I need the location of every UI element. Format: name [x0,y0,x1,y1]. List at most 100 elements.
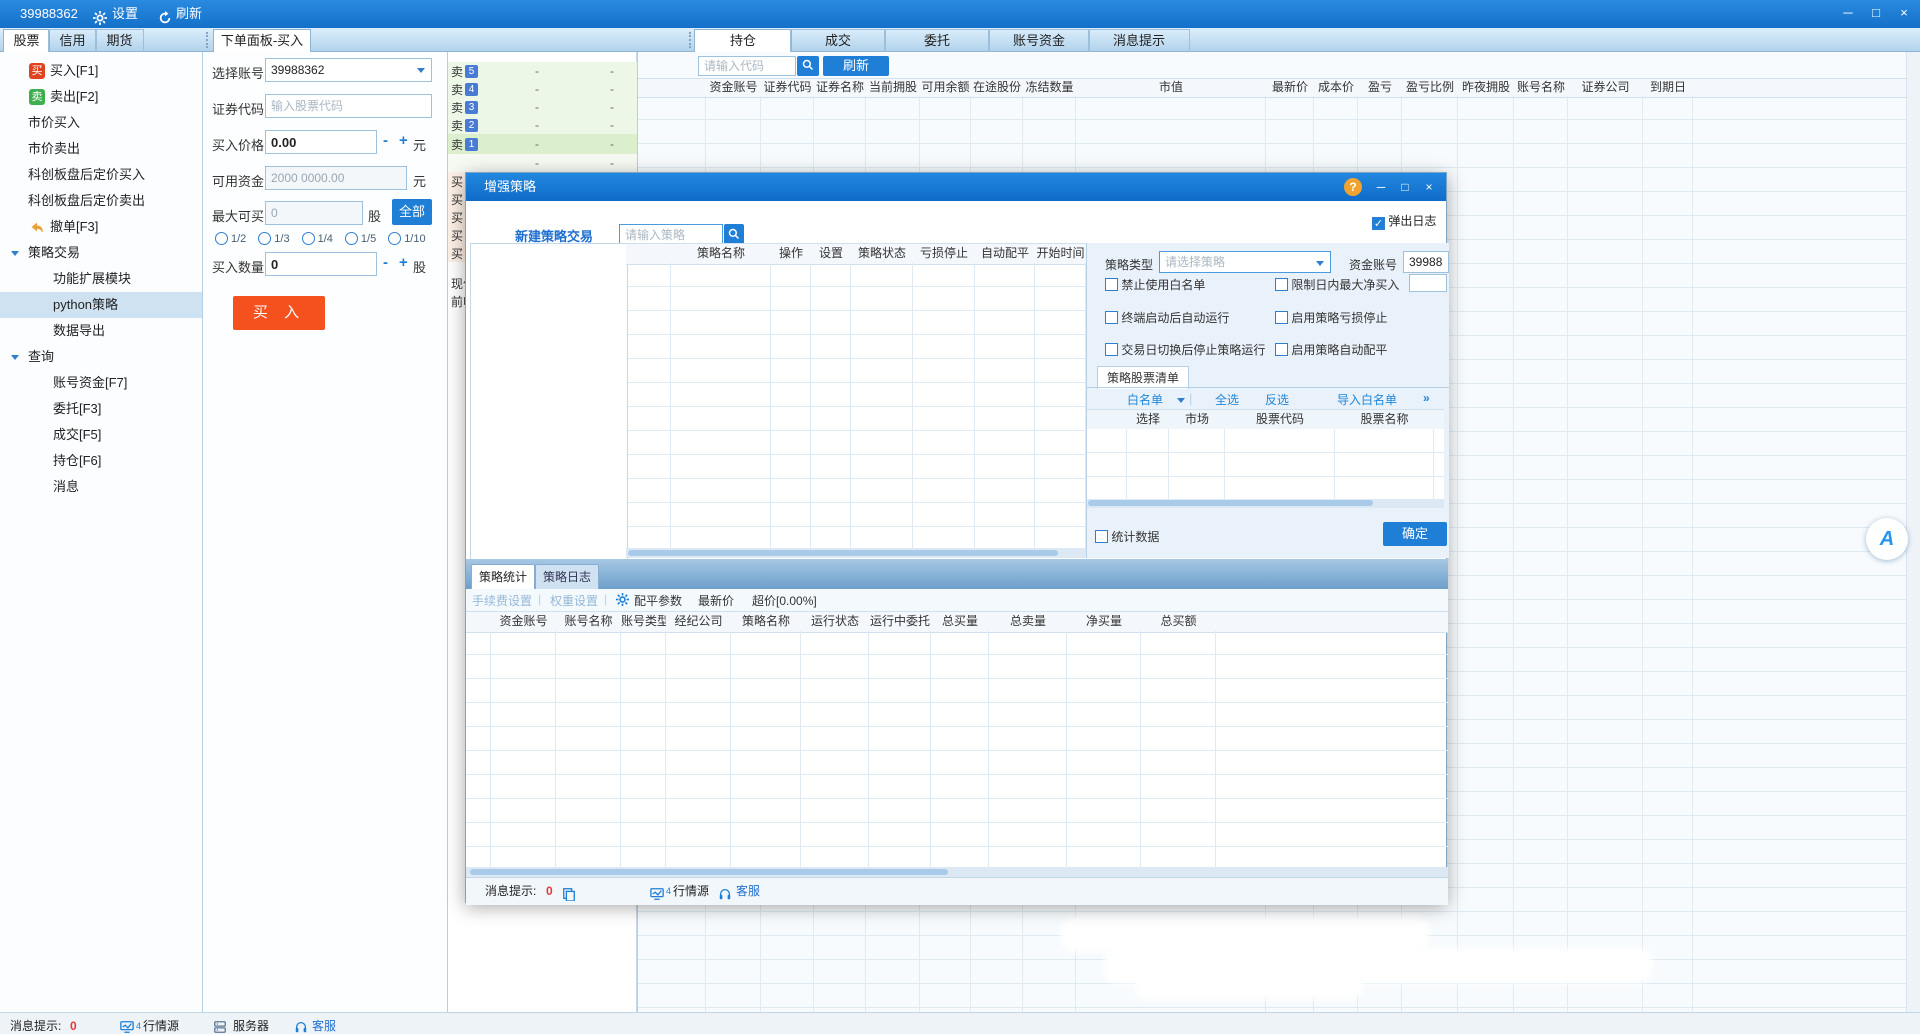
tab-strategy-log[interactable]: 策略日志 [535,564,599,590]
scrollbar-thumb[interactable] [1088,500,1373,506]
column-header[interactable]: 经纪公司 [666,612,731,632]
column-header[interactable]: 证券公司 [1568,79,1643,97]
column-header[interactable]: 设置 [811,244,851,264]
column-header[interactable]: 总买额 [1141,612,1216,632]
column-header[interactable]: 市场 [1169,410,1225,430]
maximize-icon[interactable]: □ [1396,178,1414,196]
ok-button[interactable]: 确定 [1383,522,1447,546]
sell1-row[interactable]: 卖1 -- [448,134,637,155]
column-header[interactable]: 资金账号 [491,612,556,632]
column-header[interactable]: 策略状态 [851,244,913,264]
maximize-button[interactable]: □ [1862,0,1890,26]
qty-minus-button[interactable]: - [383,254,388,271]
strategy-type-select[interactable]: 请选择策略 [1159,251,1331,273]
stop-on-day-switch-checkbox[interactable]: 交易日切换后停止策略运行 [1105,341,1265,358]
auto-balance-checkbox[interactable]: 启用策略自动配平 [1275,341,1387,358]
column-header[interactable]: 股票名称 [1335,410,1434,430]
column-header[interactable]: 账号名称 [556,612,621,632]
sell4-row[interactable]: 卖4 -- [448,80,637,98]
buy-qty-input[interactable] [265,252,377,276]
scrollbar-thumb[interactable] [628,550,1058,556]
sidebar-group-query[interactable]: 查询 [0,344,202,370]
column-header[interactable]: 开始时间 [1035,244,1086,264]
loss-stop-checkbox[interactable]: 启用策略亏损停止 [1275,309,1387,326]
column-header[interactable]: 总卖量 [989,612,1067,632]
all-button[interactable]: 全部 [392,199,432,225]
tab-orders[interactable]: 委托 [884,29,990,53]
whitelist-select[interactable]: 白名单 [1127,391,1163,408]
close-button[interactable]: × [1890,0,1918,26]
tab-strategy-stats[interactable]: 策略统计 [471,564,535,590]
limit-net-buy-checkbox[interactable]: 限制日内最大净买入 [1275,276,1399,293]
more-link[interactable]: » [1423,391,1430,405]
sidebar-item-orders[interactable]: 委托[F3] [0,396,202,422]
column-header[interactable]: 市值 [1076,79,1266,97]
buy-price-input[interactable] [265,130,377,154]
horizontal-scrollbar[interactable] [466,867,1448,877]
service-link[interactable]: 客服 [736,878,760,904]
sidebar-item-buy[interactable]: 买 买入[F1] [0,58,202,84]
latest-price-option[interactable]: 最新价 [698,592,734,609]
column-header[interactable]: 当前拥股 [866,79,920,97]
column-header[interactable]: 账号类型 [621,612,666,632]
tab-trades[interactable]: 成交 [790,29,886,53]
tab-positions[interactable]: 持仓 [694,29,792,53]
sidebar-item-market-buy[interactable]: 市价买入 [0,110,202,136]
column-header[interactable]: 运行状态 [801,612,869,632]
sell3-row[interactable]: 卖3 -- [448,98,637,116]
column-header[interactable]: 选择 [1127,410,1169,430]
stock-list-tab[interactable]: 策略股票清单 [1097,366,1189,389]
sidebar-item-python-strategy[interactable]: python策略 [0,292,202,318]
column-header[interactable]: 到期日 [1643,79,1693,97]
sidebar-group-strategy-trading[interactable]: 策略交易 [0,240,202,266]
column-header[interactable]: 最新价 [1266,79,1314,97]
sidebar-item-positions[interactable]: 持仓[F6] [0,448,202,474]
fraction-radio-1-4[interactable]: 1/4 [302,232,333,245]
column-header[interactable]: 运行中委托 [869,612,931,632]
tab-account-funds[interactable]: 账号资金 [988,29,1090,53]
minimize-button[interactable]: ─ [1834,0,1862,26]
drag-handle[interactable] [206,32,212,48]
fund-account-input[interactable] [1403,251,1449,273]
invert-select-link[interactable]: 反选 [1265,391,1289,408]
sidebar-item-extension-module[interactable]: 功能扩展模块 [0,266,202,292]
tab-messages[interactable]: 消息提示 [1088,29,1190,53]
service-link[interactable]: 客服 [312,1013,336,1034]
column-header[interactable]: 净买量 [1067,612,1141,632]
account-select[interactable]: 39988362 [265,58,432,82]
horizontal-scrollbar[interactable] [1087,499,1444,508]
column-header[interactable]: 资金账号 [706,79,761,97]
sidebar-item-trades[interactable]: 成交[F5] [0,422,202,448]
horizontal-scrollbar[interactable] [626,548,1086,558]
net-buy-limit-input[interactable] [1409,274,1447,292]
select-all-link[interactable]: 全选 [1215,391,1239,408]
column-header[interactable]: 在途股份 [971,79,1023,97]
help-icon[interactable]: ? [1344,178,1362,196]
forbid-whitelist-checkbox[interactable]: 禁止使用白名单 [1105,276,1205,293]
fraction-radio-1-5[interactable]: 1/5 [345,232,376,245]
price-plus-button[interactable]: + [399,132,408,149]
stats-data-checkbox[interactable]: 统计数据 [1095,528,1159,545]
server-label[interactable]: 服务器 [233,1013,269,1034]
tab-stock[interactable]: 股票 [3,29,50,53]
premium-option[interactable]: 超价[0.00%] [752,592,817,609]
strategy-tree-panel[interactable] [470,243,628,560]
column-header[interactable]: 自动配平 [975,244,1035,264]
auto-run-checkbox[interactable]: 终端启动后自动运行 [1105,309,1229,326]
column-header[interactable]: 操作 [771,244,811,264]
sidebar-item-star-after-buy[interactable]: 科创板盘后定价买入 [0,162,202,188]
weight-setting-link[interactable]: 权重设置 [550,592,598,609]
fraction-radio-1-2[interactable]: 1/2 [215,232,246,245]
refresh-button[interactable]: 刷新 [176,0,202,28]
sidebar-item-data-export[interactable]: 数据导出 [0,318,202,344]
column-header[interactable]: 昨夜拥股 [1458,79,1514,97]
column-header[interactable]: 可用余额 [920,79,971,97]
fraction-radio-1-10[interactable]: 1/10 [388,232,425,245]
sell5-row[interactable]: 卖5 -- [448,62,637,80]
vertical-scrollbar[interactable] [1906,52,1920,1012]
refresh-table-button[interactable]: 刷新 [823,56,889,76]
tab-credit[interactable]: 信用 [48,29,97,53]
sidebar-item-messages[interactable]: 消息 [0,474,202,500]
column-header[interactable]: 成本价 [1314,79,1358,97]
fraction-radio-1-3[interactable]: 1/3 [258,232,289,245]
